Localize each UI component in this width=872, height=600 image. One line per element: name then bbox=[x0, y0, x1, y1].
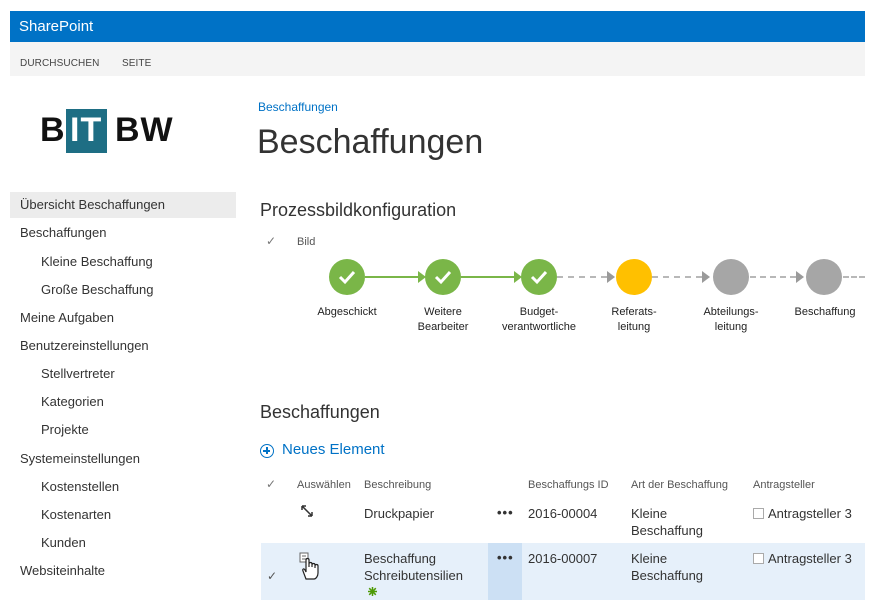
nav-item-beschaffungen[interactable]: Beschaffungen bbox=[20, 225, 107, 240]
step-label-budgetverantwortliche: Budget- verantwortliche bbox=[502, 306, 576, 333]
page-title: Beschaffungen bbox=[257, 123, 484, 161]
row-menu-icon[interactable]: ••• bbox=[497, 550, 514, 565]
suite-bar: SharePoint bbox=[10, 11, 865, 42]
step-label-weitere-bearbeiter: Weitere Bearbeiter bbox=[417, 306, 469, 333]
nav-item-stellvertreter[interactable]: Stellvertreter bbox=[41, 366, 115, 381]
logo-it: IT bbox=[70, 111, 103, 149]
nav-item-projekte[interactable]: Projekte bbox=[41, 422, 89, 437]
row-menu-icon[interactable]: ••• bbox=[497, 505, 514, 520]
logo-bw: BW bbox=[115, 111, 174, 149]
connector-2 bbox=[461, 276, 515, 278]
row-description[interactable]: Druckpapier bbox=[364, 505, 434, 522]
logo-box: IT bbox=[66, 109, 107, 153]
ribbon: DURCHSUCHEN SEITE bbox=[10, 42, 865, 76]
nav-item-uebersicht[interactable]: Übersicht Beschaffungen bbox=[20, 197, 165, 212]
tab-seite[interactable]: SEITE bbox=[122, 58, 151, 69]
add-circle-icon bbox=[260, 444, 274, 458]
row-selected-check-icon[interactable]: ✓ bbox=[267, 569, 277, 583]
step-pending-icon bbox=[713, 259, 749, 295]
checkmark-icon bbox=[338, 270, 356, 285]
step-label-abgeschickt: Abgeschickt bbox=[317, 306, 377, 318]
nav-item-benutzereinstellungen[interactable]: Benutzereinstellungen bbox=[20, 338, 149, 353]
column-header-antragsteller[interactable]: Antragsteller bbox=[753, 479, 815, 491]
select-all-check-icon[interactable]: ✓ bbox=[266, 234, 276, 248]
connector-6 bbox=[843, 276, 865, 278]
arrowhead-4 bbox=[702, 271, 710, 283]
column-header-art[interactable]: Art der Beschaffung bbox=[631, 479, 728, 491]
checkmark-icon bbox=[434, 270, 452, 285]
logo-letter-b: B bbox=[40, 111, 66, 149]
row-id: 2016-00007 bbox=[528, 551, 598, 566]
expand-arrows-icon[interactable] bbox=[301, 505, 313, 517]
connector-4 bbox=[652, 276, 702, 278]
column-header-beschreibung[interactable]: Beschreibung bbox=[364, 479, 431, 491]
step-current-icon bbox=[616, 259, 652, 295]
connector-5 bbox=[750, 276, 796, 278]
row-type: Kleine Beschaffung bbox=[631, 551, 704, 583]
row-id: 2016-00004 bbox=[528, 506, 598, 521]
nav-item-kostenstellen[interactable]: Kostenstellen bbox=[41, 479, 119, 494]
process-heading: Prozessbildkonfiguration bbox=[260, 200, 457, 220]
arrowhead-5 bbox=[796, 271, 804, 283]
app-title[interactable]: SharePoint bbox=[19, 18, 93, 35]
nav-item-meine-aufgaben[interactable]: Meine Aufgaben bbox=[20, 310, 114, 325]
checkmark-icon bbox=[530, 270, 548, 285]
hand-cursor-icon bbox=[299, 552, 319, 580]
step-done-icon bbox=[521, 259, 557, 295]
column-header-beschaffungs-id[interactable]: Beschaffungs ID bbox=[528, 479, 609, 491]
nav-item-grosse-beschaffung[interactable]: Große Beschaffung bbox=[41, 282, 154, 297]
nav-item-kunden[interactable]: Kunden bbox=[41, 535, 86, 550]
step-done-icon bbox=[425, 259, 461, 295]
row-requester[interactable]: Antragsteller 3 bbox=[768, 505, 852, 522]
row-requester[interactable]: Antragsteller 3 bbox=[768, 550, 852, 567]
tab-durchsuchen[interactable]: DURCHSUCHEN bbox=[20, 58, 99, 69]
step-pending-icon bbox=[806, 259, 842, 295]
step-label-referatsleitung: Referats- leitung bbox=[611, 306, 657, 333]
step-done-icon bbox=[329, 259, 365, 295]
person-presence-icon bbox=[753, 553, 764, 564]
step-label-beschaffung: Beschaffung bbox=[794, 306, 856, 318]
nav-item-websiteinhalte[interactable]: Websiteinhalte bbox=[20, 563, 105, 578]
breadcrumb[interactable]: Beschaffungen bbox=[258, 100, 338, 114]
person-presence-icon bbox=[753, 508, 764, 519]
row-description[interactable]: Beschaffung Schreibutensilien bbox=[364, 550, 463, 584]
nav-item-systemeinstellungen[interactable]: Systemeinstellungen bbox=[20, 451, 140, 466]
connector-1 bbox=[365, 276, 419, 278]
arrowhead-3 bbox=[607, 271, 615, 283]
nav-item-kostenarten[interactable]: Kostenarten bbox=[41, 507, 111, 522]
nav-item-kleine-beschaffung[interactable]: Kleine Beschaffung bbox=[41, 254, 153, 269]
row-type: Kleine Beschaffung bbox=[631, 506, 704, 538]
column-header-auswaehlen[interactable]: Auswählen bbox=[297, 479, 351, 491]
list-heading: Beschaffungen bbox=[260, 402, 380, 422]
new-item-sparkle-icon bbox=[368, 587, 377, 596]
connector-3 bbox=[557, 276, 607, 278]
step-label-abteilungsleitung: Abteilungs- leitung bbox=[703, 306, 759, 333]
column-header-bild: Bild bbox=[297, 236, 316, 248]
select-all-rows-check-icon[interactable]: ✓ bbox=[266, 477, 276, 491]
nav-item-kategorien[interactable]: Kategorien bbox=[41, 394, 104, 409]
